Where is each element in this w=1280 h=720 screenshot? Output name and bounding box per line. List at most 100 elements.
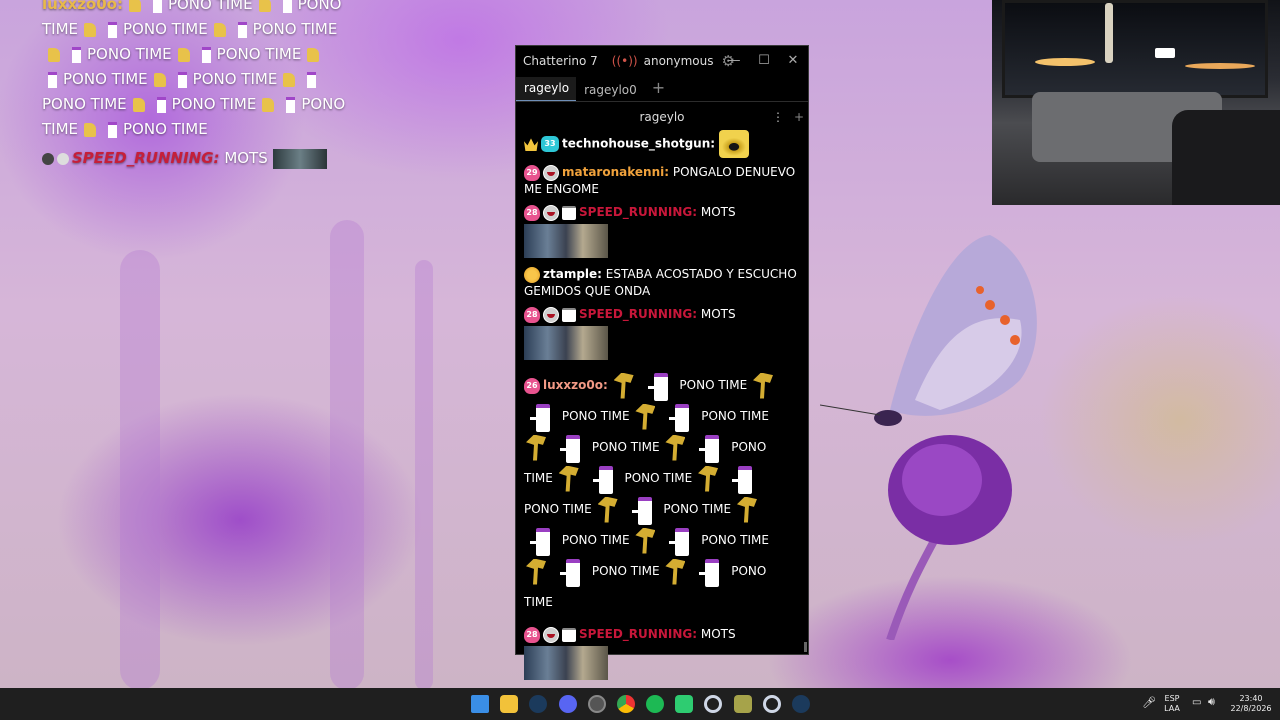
language-code: ESP xyxy=(1164,694,1180,703)
cup-emote-icon xyxy=(307,71,317,88)
add-tab-icon[interactable]: + xyxy=(644,78,673,102)
chat-username[interactable]: SPEED_RUNNING: xyxy=(579,205,697,219)
webcam-city-lights xyxy=(1155,48,1175,58)
clock[interactable]: 23:40 22/8/2026 xyxy=(1226,694,1276,714)
close-icon[interactable]: ✕ xyxy=(783,52,803,70)
face-badge-icon xyxy=(543,306,559,323)
chat-text: PONO TIME xyxy=(663,502,732,516)
gold-emote-icon xyxy=(153,72,166,87)
overlay-line: PONO TIME PONO TIME xyxy=(42,67,362,92)
cup-emote-icon xyxy=(48,71,57,88)
webcam-city-lights xyxy=(1035,58,1095,66)
overlay-text: PONO TIME xyxy=(252,20,338,38)
chat-username[interactable]: SPEED_RUNNING: xyxy=(579,307,697,321)
gold-emote-icon xyxy=(84,122,97,137)
clock-time: 23:40 xyxy=(1239,694,1263,703)
scrollbar[interactable] xyxy=(804,642,807,652)
taskbar: 🎤︎ ESP LAA ▭ 🔊︎ 23:40 22/8/2026 xyxy=(0,688,1280,720)
overlay-text: PONO TIME xyxy=(123,20,208,38)
chat-username[interactable]: technohouse_shotgun: xyxy=(562,137,715,151)
overlay-line: PONO TIME PONO TIME PONO xyxy=(42,92,362,117)
maximize-icon[interactable]: ☐ xyxy=(754,52,774,70)
thumbnail-emote-icon xyxy=(272,148,327,169)
chrome-icon[interactable] xyxy=(617,695,635,713)
microphone-icon[interactable]: 🎤︎ xyxy=(1142,697,1156,708)
file-explorer-icon[interactable] xyxy=(500,695,518,713)
cup-emote-icon xyxy=(732,465,754,494)
steam-icon[interactable] xyxy=(792,695,810,713)
chat-message: 28 SPEED_RUNNING: MOTS xyxy=(524,306,800,360)
kick-icon[interactable] xyxy=(675,695,693,713)
cup-emote-icon xyxy=(669,527,691,556)
gold-emote-icon xyxy=(558,465,579,492)
chat-message: 28 SPEED_RUNNING: MOTS xyxy=(524,626,800,680)
cup-emote-icon xyxy=(699,558,721,587)
chat-text: MOTS xyxy=(700,627,736,641)
cup-emote-icon xyxy=(669,403,691,432)
kebab-icon[interactable]: ⋮ xyxy=(772,102,784,132)
chatterino-icon[interactable] xyxy=(704,695,722,713)
cup-emote-icon xyxy=(647,372,670,401)
overlay-username: luxxzo0o: xyxy=(42,0,123,13)
windows-start-icon[interactable] xyxy=(471,695,489,713)
steam-icon[interactable] xyxy=(529,695,547,713)
tab-rageylo0[interactable]: rageylo0 xyxy=(576,83,644,102)
cup-emote-icon xyxy=(72,46,81,63)
window-title: Chatterino 7 xyxy=(523,54,598,68)
chat-text: PONO TIME xyxy=(679,378,748,392)
webcam-city-lights xyxy=(1185,63,1255,69)
cup-emote-icon xyxy=(699,434,721,463)
cup-emote-icon xyxy=(560,434,582,463)
overlay-text: PONO TIME xyxy=(42,95,127,113)
language-indicator[interactable]: ESP LAA xyxy=(1160,694,1184,714)
plus-icon[interactable]: + xyxy=(794,102,804,132)
overlay-line: TIME PONO TIME PONO TIME xyxy=(42,17,362,42)
cup-emote-icon xyxy=(286,96,296,113)
spotify-icon[interactable] xyxy=(646,695,664,713)
network-icon[interactable]: ▭ xyxy=(1192,698,1201,708)
gold-emote-icon xyxy=(48,47,60,62)
cup-emote-icon xyxy=(177,71,187,88)
overlay-line: TIME PONO TIME xyxy=(42,117,362,142)
badge-icon xyxy=(42,152,54,165)
chat-username[interactable]: SPEED_RUNNING: xyxy=(579,627,697,641)
overlay-text: PONO TIME xyxy=(216,45,302,63)
chat-text: PONO TIME xyxy=(591,440,660,454)
sub-badge: 28 xyxy=(524,204,540,221)
chat-message: ztample: ESTABA ACOSTADO Y ESCUCHO GEMID… xyxy=(524,266,800,300)
chat-username[interactable]: luxxzo0o: xyxy=(543,378,608,392)
title-bar[interactable]: Chatterino 7 ((•)) anonymous ⚙ — ☐ ✕ xyxy=(516,46,808,76)
tab-rageylo[interactable]: rageylo xyxy=(516,77,577,102)
app-icon[interactable] xyxy=(734,695,752,713)
obs-icon[interactable] xyxy=(588,695,606,713)
broadcast-icon[interactable]: ((•)) xyxy=(612,54,638,68)
chat-messages[interactable]: 33 technohouse_shotgun: 29 mataronakenni: … xyxy=(516,130,808,680)
cup-emote-icon xyxy=(530,403,552,432)
gold-emote-icon xyxy=(128,0,141,12)
cup-emote-icon xyxy=(560,558,582,587)
overlay-text: PONO TIME xyxy=(171,95,257,113)
gold-emote-icon xyxy=(526,558,546,585)
sub-badge: 26 xyxy=(524,377,540,394)
chat-username[interactable]: mataronakenni: xyxy=(562,165,669,179)
overlay-text: PONO TIME xyxy=(63,70,148,88)
wallpaper-stem xyxy=(120,250,160,688)
overlay-line: PONO TIME PONO TIME xyxy=(42,42,362,67)
chat-username[interactable]: ztample: xyxy=(543,267,602,281)
chat-text: PONO TIME xyxy=(591,564,660,578)
gold-emote-icon xyxy=(177,47,190,62)
account-switcher[interactable]: anonymous xyxy=(644,54,714,68)
cup-emote-icon xyxy=(156,96,166,113)
gold-emote-icon xyxy=(262,97,275,112)
volume-icon[interactable]: 🔊︎ xyxy=(1208,696,1215,707)
face-badge-icon xyxy=(543,204,559,221)
overlay-text: PONO TIME xyxy=(87,45,172,63)
gold-emote-icon xyxy=(736,496,757,523)
face-badge-icon xyxy=(543,626,559,643)
clock-date: 22/8/2026 xyxy=(1230,704,1272,713)
chatterino-icon[interactable] xyxy=(763,695,781,713)
chatterino-window[interactable]: Chatterino 7 ((•)) anonymous ⚙ — ☐ ✕ rag… xyxy=(515,45,809,680)
channel-header: rageylo ⋮ + xyxy=(516,102,808,130)
minimize-icon[interactable]: — xyxy=(724,52,744,70)
discord-icon[interactable] xyxy=(559,695,577,713)
